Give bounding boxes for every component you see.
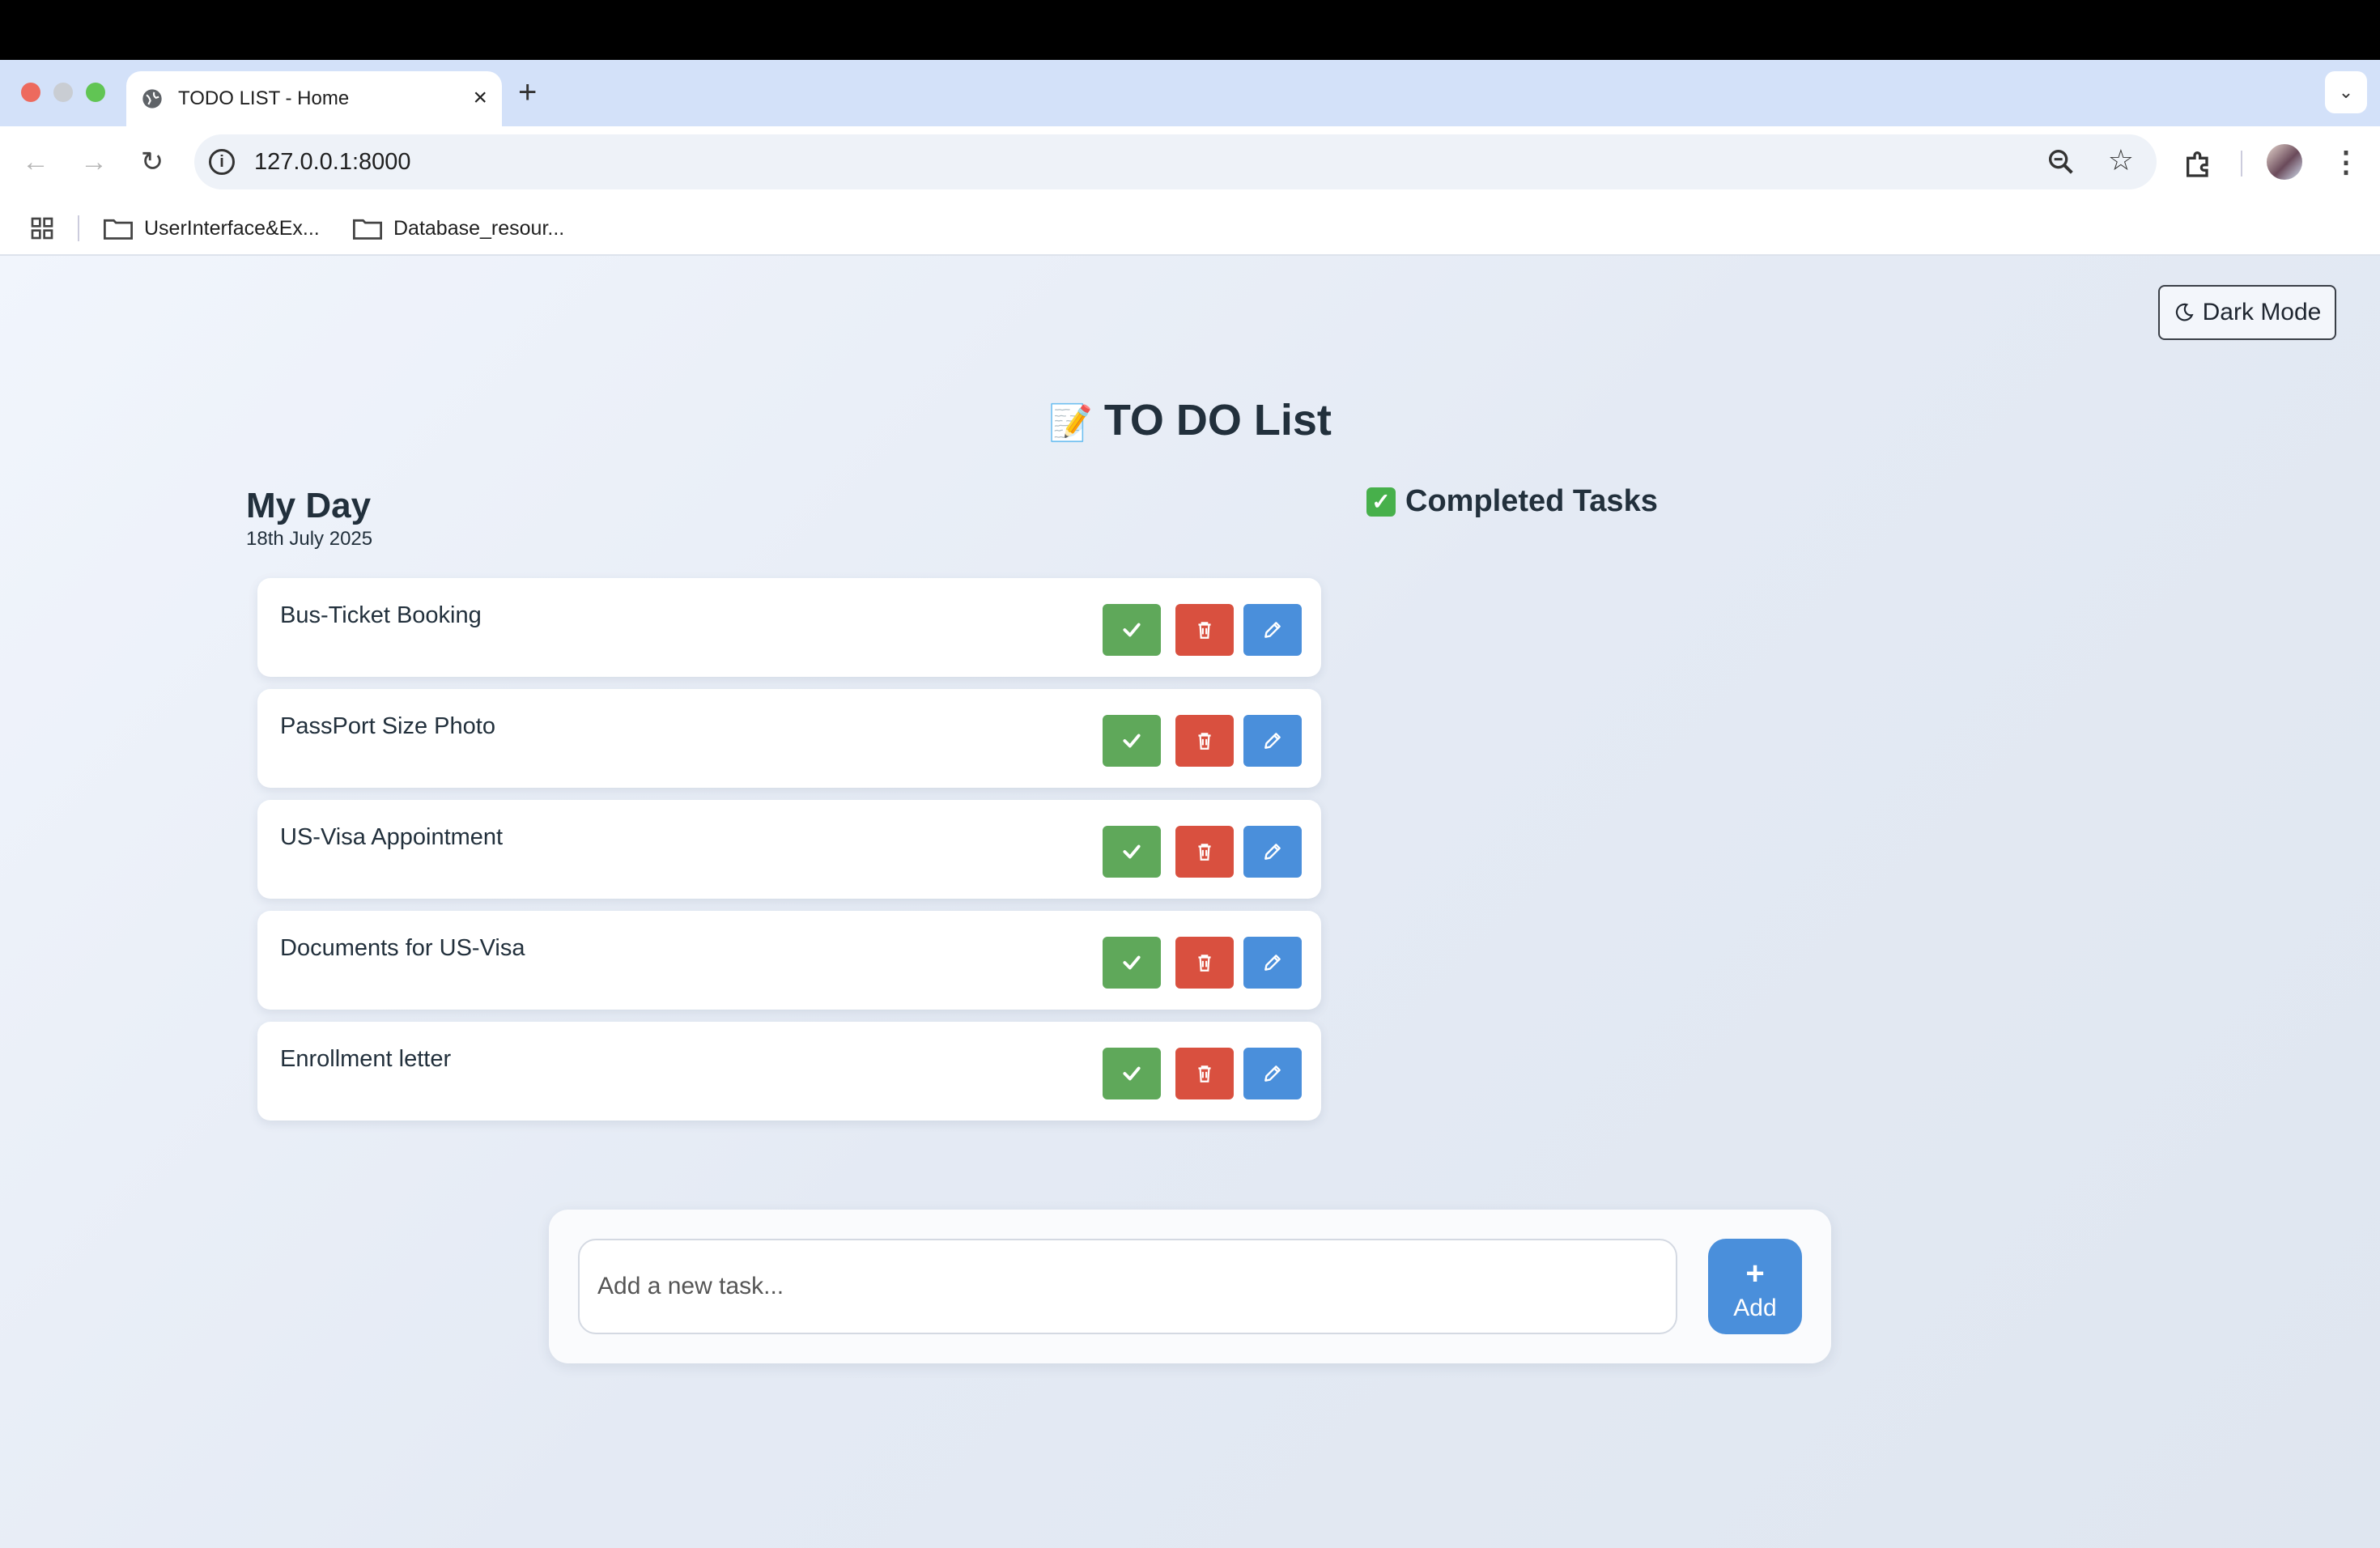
task-text: Enrollment letter	[280, 1046, 452, 1072]
dark-mode-label: Dark Mode	[2202, 299, 2322, 325]
address-bar[interactable]: i 127.0.0.1:8000 ☆	[194, 134, 2157, 189]
add-button-label: Add	[1733, 1295, 1777, 1321]
task-text: PassPort Size Photo	[280, 713, 495, 739]
delete-task-button[interactable]	[1175, 1048, 1234, 1099]
plus-icon: +	[1745, 1256, 1765, 1291]
apps-grid-icon[interactable]	[29, 215, 55, 241]
new-task-input[interactable]	[578, 1239, 1677, 1334]
page-title-text: TO DO List	[1103, 396, 1332, 444]
toolbar-divider	[2241, 151, 2242, 176]
todo-page: Dark Mode 📝 TO DO List My Day 18th July 2…	[0, 256, 2380, 1548]
window-top-bar	[0, 0, 2380, 60]
task-card-1: Bus-Ticket Booking	[257, 578, 1321, 677]
complete-task-button[interactable]	[1103, 937, 1161, 989]
task-text: Documents for US-Visa	[280, 935, 525, 961]
reload-icon[interactable]: ↻	[136, 146, 168, 178]
bookmark-star-icon[interactable]: ☆	[2108, 144, 2134, 176]
my-day-heading: My Day	[246, 486, 372, 525]
pencil-icon	[1264, 955, 1281, 971]
folder-icon	[104, 219, 133, 240]
trash-icon	[1198, 955, 1211, 972]
task-card-3: US-Visa Appointment	[257, 800, 1321, 899]
tab-strip: TODO LIST - Home × + ⌄	[0, 60, 2380, 126]
task-card-5: Enrollment letter	[257, 1022, 1321, 1121]
completed-tasks-heading: ✓ Completed Tasks	[1366, 484, 1658, 519]
task-text: US-Visa Appointment	[280, 824, 504, 850]
window-minimize-button[interactable]	[53, 83, 73, 102]
url-text[interactable]: 127.0.0.1:8000	[254, 149, 411, 176]
edit-task-button[interactable]	[1243, 937, 1302, 989]
complete-task-button[interactable]	[1103, 715, 1161, 767]
check-icon	[1123, 1066, 1141, 1081]
new-tab-button[interactable]: +	[518, 76, 537, 108]
delete-task-button[interactable]	[1175, 937, 1234, 989]
trash-icon	[1198, 844, 1211, 861]
add-task-button[interactable]: + Add	[1708, 1239, 1802, 1334]
folder-icon	[353, 219, 382, 240]
task-card-2: PassPort Size Photo	[257, 689, 1321, 788]
tab-search-chevron-icon[interactable]: ⌄	[2325, 71, 2367, 113]
pencil-icon	[1264, 844, 1281, 860]
check-icon	[1123, 623, 1141, 637]
task-card-4: Documents for US-Visa	[257, 911, 1321, 1010]
complete-task-button[interactable]	[1103, 1048, 1161, 1099]
edit-task-button[interactable]	[1243, 826, 1302, 878]
back-arrow-icon[interactable]: ←	[19, 146, 52, 178]
moon-icon	[2175, 303, 2194, 321]
trash-icon	[1198, 733, 1211, 750]
delete-task-button[interactable]	[1175, 715, 1234, 767]
my-day-date: 18th July 2025	[246, 528, 373, 550]
profile-avatar[interactable]	[2267, 144, 2302, 180]
delete-task-button[interactable]	[1175, 826, 1234, 878]
dark-mode-button[interactable]: Dark Mode	[2158, 285, 2336, 340]
completed-tasks-label: Completed Tasks	[1405, 484, 1658, 518]
tab-todo-list-home[interactable]: TODO LIST - Home ×	[126, 71, 502, 126]
check-icon	[1123, 734, 1141, 748]
pencil-icon	[1264, 733, 1281, 749]
edit-task-button[interactable]	[1243, 1048, 1302, 1099]
extensions-puzzle-icon[interactable]	[2182, 147, 2215, 180]
more-menu-icon[interactable]: ⋮	[2331, 144, 2361, 180]
pencil-icon	[1264, 1065, 1281, 1082]
memo-icon: 📝	[1048, 403, 1093, 443]
bookmarks-divider	[78, 215, 79, 241]
complete-task-button[interactable]	[1103, 826, 1161, 878]
window-close-button[interactable]	[21, 83, 40, 102]
add-task-panel: + Add	[549, 1210, 1831, 1363]
forward-arrow-icon[interactable]: →	[78, 146, 110, 178]
check-icon	[1123, 844, 1141, 859]
complete-task-button[interactable]	[1103, 604, 1161, 656]
globe-icon	[142, 89, 162, 108]
edit-task-button[interactable]	[1243, 604, 1302, 656]
window-maximize-button[interactable]	[86, 83, 105, 102]
page-title: 📝 TO DO List	[0, 395, 2380, 445]
site-info-icon[interactable]: i	[209, 149, 235, 175]
tab-close-icon[interactable]: ×	[473, 86, 487, 110]
zoom-icon[interactable]	[2045, 146, 2077, 178]
trash-icon	[1198, 1065, 1211, 1082]
check-icon	[1123, 955, 1141, 970]
delete-task-button[interactable]	[1175, 604, 1234, 656]
task-list: Bus-Ticket Booking PassPort Size Photo U…	[257, 578, 1321, 1133]
edit-task-button[interactable]	[1243, 715, 1302, 767]
bookmark-label: UserInterface&Ex...	[144, 217, 320, 240]
bookmark-label: Database_resour...	[393, 217, 565, 240]
browser-toolbar: ← → ↻ i 127.0.0.1:8000 ☆ ⋮	[0, 126, 2380, 199]
tab-title: TODO LIST - Home	[178, 87, 350, 109]
trash-icon	[1198, 622, 1211, 639]
check-mark-icon: ✓	[1366, 487, 1396, 517]
bookmarks-bar: UserInterface&Ex... Database_resour...	[0, 199, 2380, 256]
pencil-icon	[1264, 622, 1281, 638]
task-text: Bus-Ticket Booking	[280, 602, 482, 628]
